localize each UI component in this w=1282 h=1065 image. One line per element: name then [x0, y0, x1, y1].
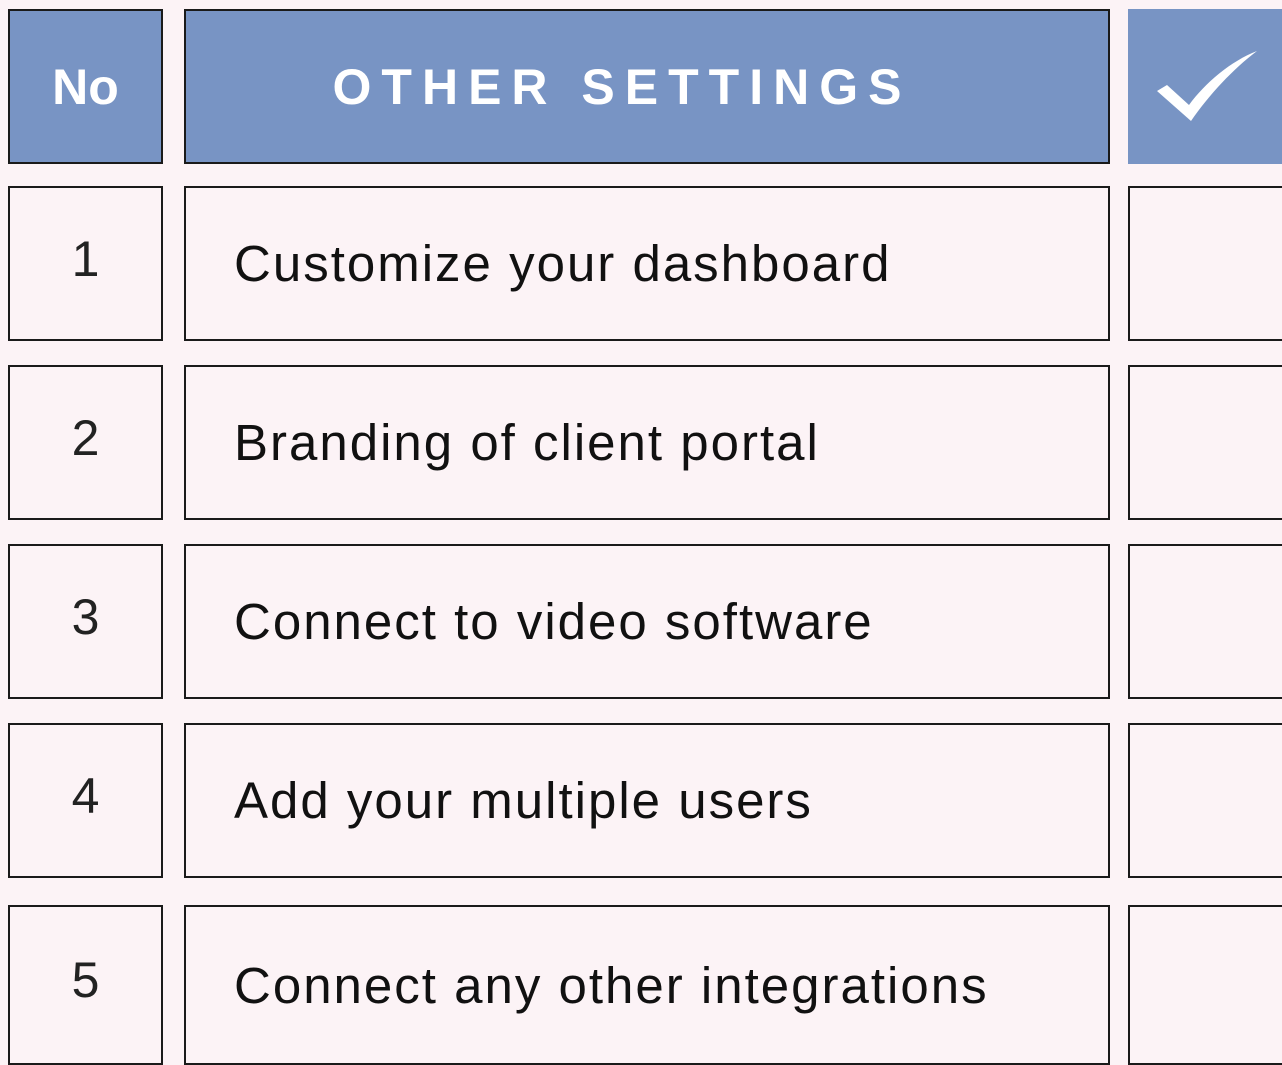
row-number: 4	[8, 723, 163, 878]
row-number: 3	[8, 544, 163, 699]
column-header-no: No	[8, 9, 163, 164]
checkbox-branding-client-portal[interactable]	[1128, 365, 1282, 520]
checkbox-customize-dashboard[interactable]	[1128, 186, 1282, 341]
row-number: 1	[8, 186, 163, 341]
setting-item-branding-client-portal: Branding of client portal	[184, 365, 1110, 520]
row-number: 2	[8, 365, 163, 520]
setting-item-add-multiple-users: Add your multiple users	[184, 723, 1110, 878]
checkbox-connect-integrations[interactable]	[1128, 905, 1282, 1065]
checkmark-icon	[1157, 50, 1257, 121]
checkbox-add-multiple-users[interactable]	[1128, 723, 1282, 878]
column-header-other-settings: OTHER SETTINGS	[184, 9, 1110, 164]
row-number: 5	[8, 905, 163, 1065]
column-header-check	[1128, 9, 1282, 164]
checkbox-connect-video-software[interactable]	[1128, 544, 1282, 699]
setting-item-connect-integrations: Connect any other integrations	[184, 905, 1110, 1065]
setting-item-connect-video-software: Connect to video software	[184, 544, 1110, 699]
setting-item-customize-dashboard: Customize your dashboard	[184, 186, 1110, 341]
